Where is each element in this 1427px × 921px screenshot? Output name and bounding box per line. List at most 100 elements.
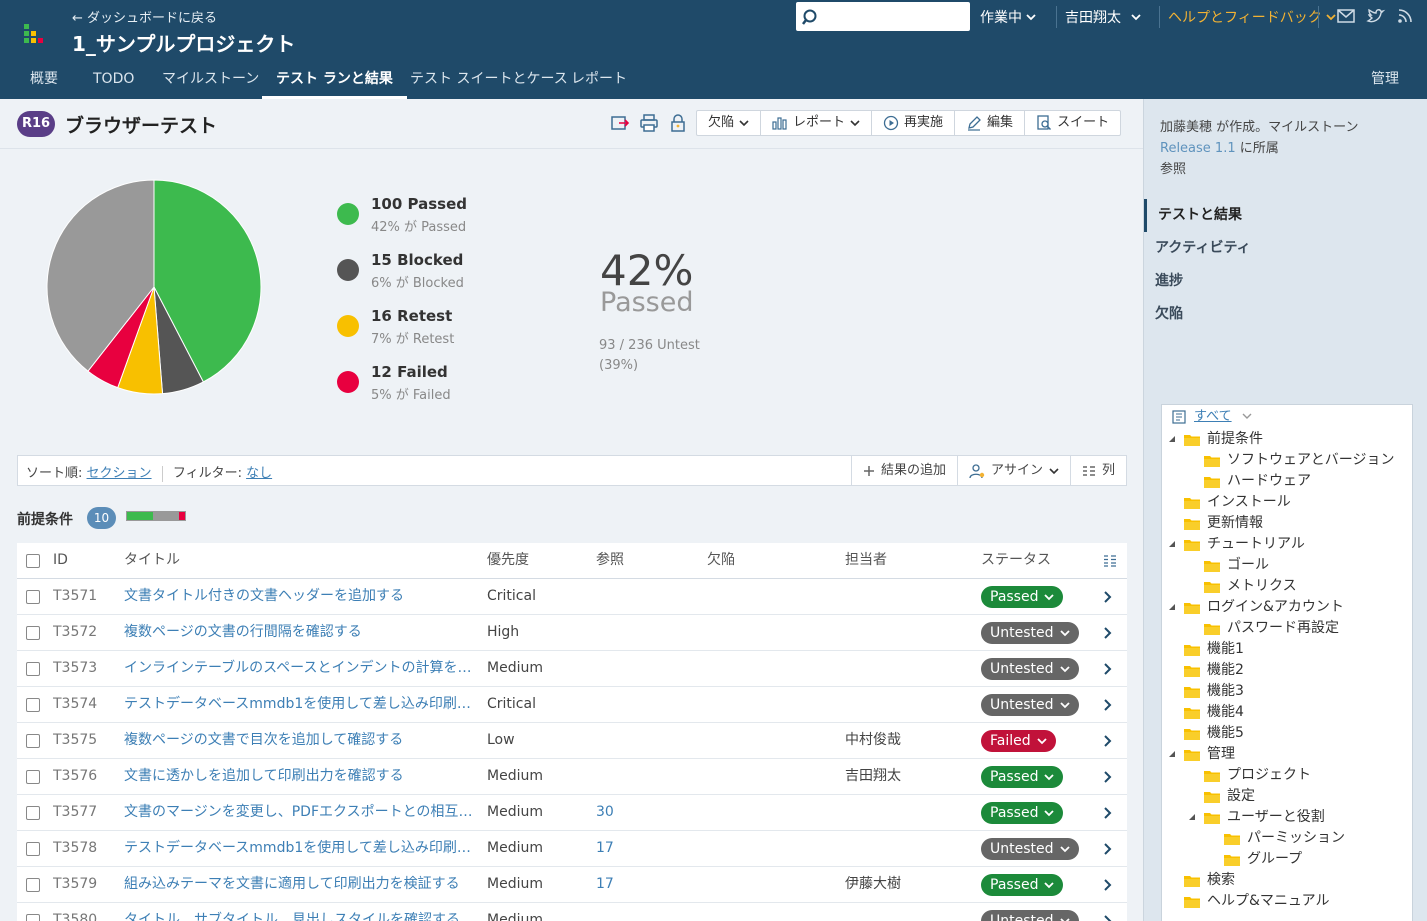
table-row[interactable]: T3571 文書タイトル付きの文書ヘッダーを追加する Critical Passed: [17, 579, 1127, 615]
print-icon[interactable]: [639, 113, 659, 133]
tree-filter[interactable]: すべて: [1162, 405, 1412, 429]
expanded-triangle-icon[interactable]: [1168, 540, 1176, 548]
tab-test-suites[interactable]: テスト スイートとケース: [396, 60, 582, 99]
tree-node[interactable]: ハードウェア: [1162, 471, 1412, 492]
status-dropdown[interactable]: Untested: [981, 658, 1079, 680]
edit-button[interactable]: 編集: [955, 111, 1026, 135]
tree-node[interactable]: グループ: [1162, 849, 1412, 870]
table-row[interactable]: T3577 文書のマージンを変更し、PDFエクスポートとの相互運... Medium…: [17, 795, 1127, 831]
tree-node[interactable]: 検索: [1162, 870, 1412, 891]
tree-node[interactable]: 更新情報: [1162, 513, 1412, 534]
status-dropdown[interactable]: Passed: [981, 766, 1064, 788]
case-refs-link[interactable]: [596, 723, 676, 758]
status-dropdown[interactable]: Passed: [981, 802, 1064, 824]
report-button[interactable]: レポート: [761, 111, 873, 135]
column-header-refs[interactable]: 参照: [596, 543, 676, 578]
row-open[interactable]: [1103, 615, 1123, 650]
row-open[interactable]: [1103, 651, 1123, 686]
suite-button[interactable]: スイート: [1025, 111, 1120, 135]
row-checkbox[interactable]: [26, 878, 40, 892]
add-result-button[interactable]: 結果の追加: [850, 456, 957, 485]
table-row[interactable]: T3574 テストデータベースmmdb1を使用して差し込み印刷機能... Criti…: [17, 687, 1127, 723]
column-header-id[interactable]: ID: [53, 543, 123, 578]
case-title-link[interactable]: 組み込みテーマを文書に適用して印刷出力を検証する: [124, 867, 474, 902]
row-checkbox[interactable]: [26, 914, 40, 921]
status-dropdown[interactable]: Passed: [981, 586, 1064, 608]
tree-node[interactable]: プロジェクト: [1162, 765, 1412, 786]
tree-node[interactable]: ソフトウェアとバージョン: [1162, 450, 1412, 471]
row-checkbox[interactable]: [26, 842, 40, 856]
tab-milestones[interactable]: マイルストーン: [148, 60, 273, 99]
row-checkbox[interactable]: [26, 590, 40, 604]
rerun-button[interactable]: 再実施: [872, 111, 956, 135]
expanded-triangle-icon[interactable]: [1168, 603, 1176, 611]
case-refs-link[interactable]: [596, 903, 676, 921]
case-title-link[interactable]: タイトル、サブタイトル、見出しスタイルを確認する: [124, 903, 474, 921]
row-open[interactable]: [1103, 867, 1123, 902]
tree-node[interactable]: パスワード再設定: [1162, 618, 1412, 639]
rss-icon[interactable]: [1396, 7, 1416, 25]
status-menu[interactable]: 作業中: [980, 7, 1036, 27]
column-header-status[interactable]: ステータス: [981, 543, 1091, 578]
sidebar-item-tests-results[interactable]: テストと結果: [1144, 199, 1427, 232]
expanded-triangle-icon[interactable]: [1168, 435, 1176, 443]
user-menu[interactable]: 吉田翔太: [1065, 7, 1141, 27]
row-checkbox[interactable]: [26, 662, 40, 676]
tab-reports[interactable]: レポート: [557, 60, 641, 99]
help-menu[interactable]: ヘルプとフィードバック: [1168, 7, 1336, 27]
defects-button[interactable]: 欠陥: [697, 111, 762, 135]
tree-node[interactable]: 管理: [1162, 744, 1412, 765]
tree-node[interactable]: インストール: [1162, 492, 1412, 513]
select-all-checkbox[interactable]: [26, 554, 40, 568]
tab-todo[interactable]: TODO: [79, 60, 148, 99]
lock-icon[interactable]: [668, 113, 688, 133]
row-checkbox[interactable]: [26, 770, 40, 784]
table-row[interactable]: T3572 複数ページの文書の行間隔を確認する High Untested: [17, 615, 1127, 651]
table-row[interactable]: T3575 複数ページの文書で目次を追加して確認する Low 中村俊哉 Failed: [17, 723, 1127, 759]
row-checkbox[interactable]: [26, 698, 40, 712]
row-checkbox[interactable]: [26, 806, 40, 820]
row-open[interactable]: [1103, 579, 1123, 614]
column-settings[interactable]: [1103, 543, 1123, 578]
column-header-assignee[interactable]: 担当者: [845, 543, 965, 578]
case-title-link[interactable]: 文書のマージンを変更し、PDFエクスポートとの相互運...: [124, 795, 474, 830]
tree-node[interactable]: 機能4: [1162, 702, 1412, 723]
tab-admin[interactable]: 管理: [1357, 60, 1413, 99]
status-dropdown[interactable]: Failed: [981, 730, 1056, 752]
tree-node[interactable]: 機能3: [1162, 681, 1412, 702]
tab-test-runs[interactable]: テスト ランと結果: [262, 60, 407, 99]
row-open[interactable]: [1103, 723, 1123, 758]
case-refs-link[interactable]: [596, 615, 676, 650]
search-input[interactable]: [822, 4, 964, 28]
filter-link[interactable]: なし: [246, 466, 272, 481]
row-open[interactable]: [1103, 759, 1123, 794]
tree-all-link[interactable]: すべて: [1194, 409, 1232, 424]
row-checkbox[interactable]: [26, 626, 40, 640]
sidebar-item-defects[interactable]: 欠陥: [1144, 298, 1427, 331]
case-refs-link[interactable]: 17: [596, 831, 676, 866]
row-open[interactable]: [1103, 903, 1123, 921]
tree-node[interactable]: ゴール: [1162, 555, 1412, 576]
tree-node[interactable]: 設定: [1162, 786, 1412, 807]
twitter-icon[interactable]: [1366, 7, 1386, 25]
table-row[interactable]: T3580 タイトル、サブタイトル、見出しスタイルを確認する Medium Untes…: [17, 903, 1127, 921]
tree-node[interactable]: チュートリアル: [1162, 534, 1412, 555]
case-refs-link[interactable]: 17: [596, 867, 676, 902]
expanded-triangle-icon[interactable]: [1188, 813, 1196, 821]
search-box[interactable]: [796, 2, 970, 31]
tree-node[interactable]: 機能5: [1162, 723, 1412, 744]
row-checkbox[interactable]: [26, 734, 40, 748]
tree-node[interactable]: メトリクス: [1162, 576, 1412, 597]
app-logo-icon[interactable]: [22, 22, 48, 48]
columns-button[interactable]: 列: [1069, 456, 1126, 485]
case-title-link[interactable]: 文書に透かしを追加して印刷出力を確認する: [124, 759, 474, 794]
tree-node[interactable]: パーミッション: [1162, 828, 1412, 849]
case-title-link[interactable]: インラインテーブルのスペースとインデントの計算を確認する: [124, 651, 474, 686]
column-header-priority[interactable]: 優先度: [487, 543, 587, 578]
case-refs-link[interactable]: [596, 687, 676, 722]
status-dropdown[interactable]: Untested: [981, 694, 1079, 716]
table-row[interactable]: T3578 テストデータベースmmdb1を使用して差し込み印刷機能... Mediu…: [17, 831, 1127, 867]
status-dropdown[interactable]: Untested: [981, 622, 1079, 644]
mail-icon[interactable]: [1336, 7, 1356, 25]
row-open[interactable]: [1103, 795, 1123, 830]
